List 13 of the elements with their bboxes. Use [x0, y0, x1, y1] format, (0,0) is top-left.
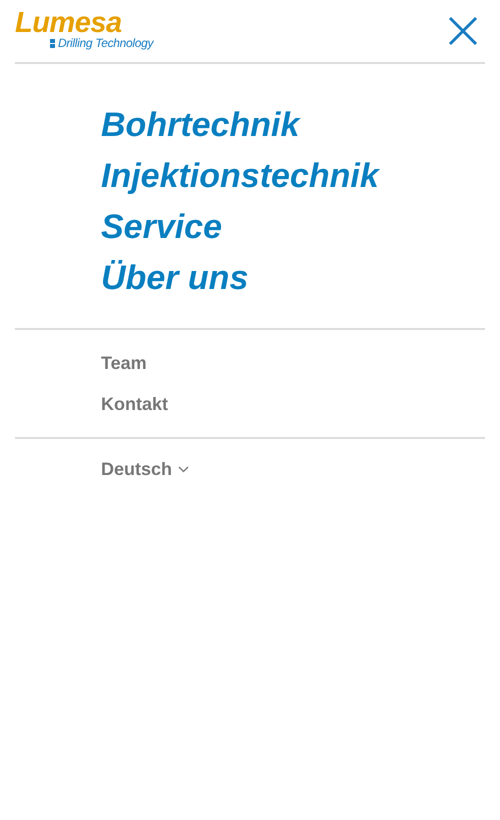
- close-button[interactable]: [448, 16, 478, 46]
- secondary-nav-link[interactable]: Kontakt: [101, 391, 168, 417]
- secondary-nav-link[interactable]: Team: [101, 350, 147, 376]
- logo[interactable]: Lumesa Drilling Technology: [15, 10, 154, 50]
- square-icon: [50, 39, 55, 48]
- logo-tagline: Drilling Technology: [58, 37, 154, 50]
- main-nav-link[interactable]: Injektionstechnik: [101, 151, 379, 202]
- logo-name: Lumesa: [15, 10, 122, 36]
- caret-icon: [178, 466, 190, 473]
- main-nav-link[interactable]: Service: [101, 202, 222, 253]
- main-nav-link[interactable]: Über uns: [101, 253, 248, 304]
- language-selector[interactable]: Deutsch: [101, 459, 190, 480]
- main-nav-link[interactable]: Bohrtechnik: [101, 100, 300, 151]
